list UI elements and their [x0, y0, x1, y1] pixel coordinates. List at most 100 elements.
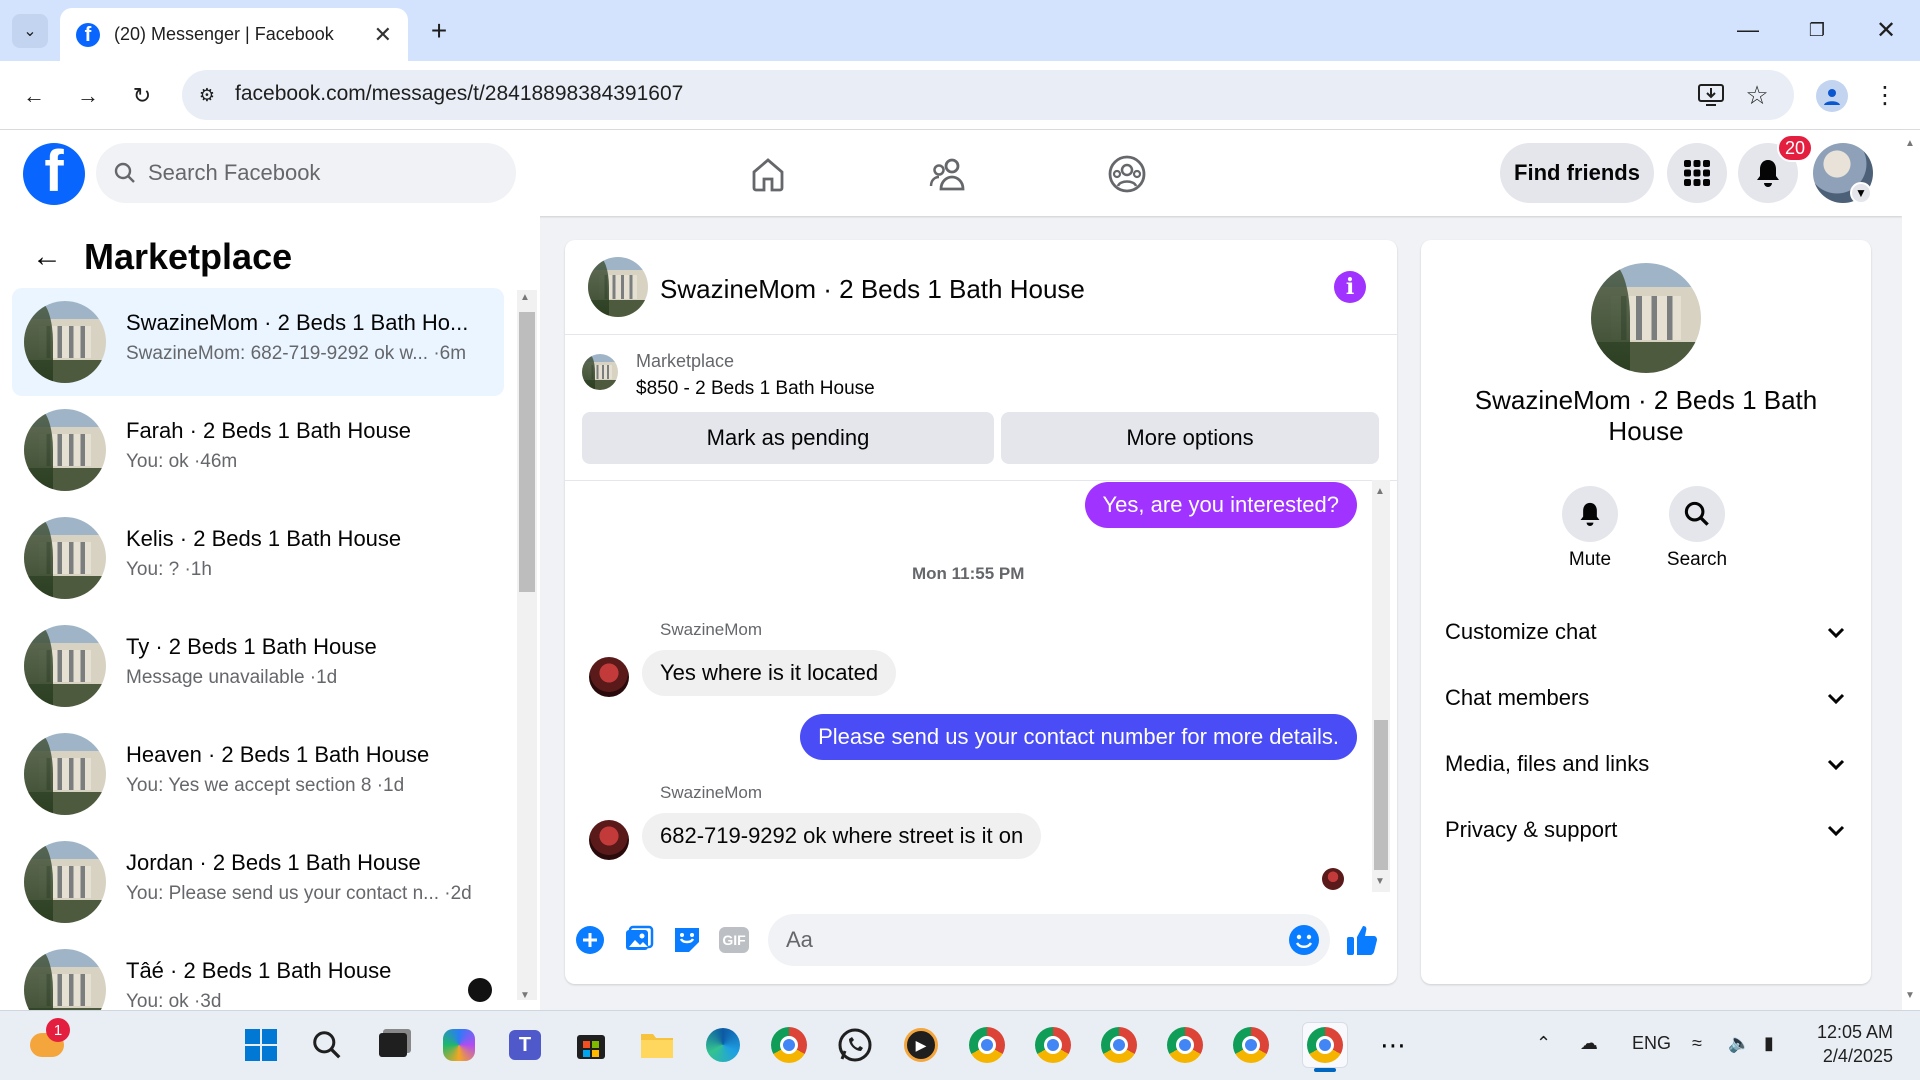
conversation-item[interactable]: Farah · 2 Beds 1 Bath House You: ok ·46m	[12, 396, 504, 504]
sidebar-scrollbar-thumb[interactable]	[519, 312, 535, 592]
listing-title[interactable]: $850 - 2 Beds 1 Bath House	[636, 378, 875, 400]
bookmark-star-icon[interactable]: ☆	[1740, 78, 1774, 112]
outgoing-message[interactable]: Please send us your contact number for m…	[800, 714, 1357, 760]
gif-icon[interactable]: GIF	[716, 922, 752, 958]
sidebar-scroll-down-icon[interactable]: ▼	[520, 990, 530, 1001]
search-in-chat-button[interactable]	[1669, 486, 1725, 542]
chrome-active-icon[interactable]	[1302, 1022, 1348, 1068]
sticker-icon[interactable]	[669, 922, 705, 958]
mute-label: Mute	[1568, 549, 1612, 570]
volume-icon[interactable]: 🔈	[1728, 1033, 1750, 1054]
incoming-message[interactable]: Yes where is it located	[642, 650, 897, 696]
url-text[interactable]: facebook.com/messages/t/2841889838439160…	[235, 82, 683, 106]
account-chevron-icon[interactable]: ▼	[1850, 182, 1872, 204]
info-icon[interactable]: i	[1334, 271, 1366, 303]
listing-thumbnail[interactable]	[582, 354, 618, 390]
conversation-item[interactable]: Kelis · 2 Beds 1 Bath House You: ? ·1h	[12, 504, 504, 612]
mute-button[interactable]	[1562, 486, 1618, 542]
back-arrow-icon[interactable]: ←	[32, 240, 62, 274]
info-section-2[interactable]: Media, files and links	[1445, 744, 1845, 784]
chat-scroll-up-icon[interactable]: ▲	[1375, 486, 1385, 497]
page-scrollbar[interactable]	[1902, 130, 1920, 1010]
conversation-item[interactable]: Jordan · 2 Beds 1 Bath House You: Please …	[12, 828, 504, 936]
tab-list-chevron-icon[interactable]: ⌄	[12, 14, 48, 48]
browser-menu-icon[interactable]: ⋮	[1870, 78, 1900, 112]
page-scroll-up-icon[interactable]: ▲	[1905, 138, 1915, 149]
file-explorer-icon[interactable]	[634, 1022, 680, 1068]
whatsapp-icon[interactable]	[832, 1022, 878, 1068]
chrome-taskbar-icon[interactable]	[766, 1022, 812, 1068]
media-player-icon[interactable]: ▶	[898, 1022, 944, 1068]
conversation-preview: Message unavailable ·1d	[126, 667, 338, 688]
conversation-item[interactable]: SwazineMom · 2 Beds 1 Bath Ho... SwazineM…	[12, 288, 504, 396]
sender-avatar[interactable]	[589, 820, 629, 860]
close-window-icon[interactable]: ✕	[1866, 12, 1906, 48]
chrome-profile-icon-4[interactable]	[1162, 1022, 1208, 1068]
chrome-profile-icon-3[interactable]	[1096, 1022, 1142, 1068]
mark-as-pending-button[interactable]: Mark as pending	[582, 412, 994, 464]
sender-avatar[interactable]	[589, 657, 629, 697]
install-app-icon[interactable]	[1694, 78, 1728, 112]
more-apps-icon[interactable]: ⋯	[1370, 1022, 1416, 1068]
battery-icon[interactable]: ▮	[1764, 1033, 1774, 1054]
start-icon[interactable]	[238, 1022, 284, 1068]
search-taskbar-icon[interactable]	[304, 1022, 350, 1068]
system-clock[interactable]: 12:05 AM 2/4/2025	[1813, 1020, 1893, 1068]
message-input[interactable]: Aa	[768, 914, 1330, 966]
restore-icon[interactable]: ❐	[1797, 12, 1837, 48]
bell-icon	[1757, 160, 1779, 187]
conversation-name: Heaven · 2 Beds 1 Bath House	[126, 742, 430, 767]
photo-icon[interactable]	[621, 922, 657, 958]
chrome-profile-icon-5[interactable]	[1228, 1022, 1274, 1068]
chrome-profile-icon-1[interactable]	[964, 1022, 1010, 1068]
menu-grid-button[interactable]	[1667, 143, 1727, 203]
browser-tab[interactable]: f (20) Messenger | Facebook ✕	[60, 8, 408, 61]
conversation-item[interactable]: Ty · 2 Beds 1 Bath House Message unavaila…	[12, 612, 504, 720]
info-avatar[interactable]	[1591, 263, 1701, 373]
search-facebook-input[interactable]: Search Facebook	[96, 143, 516, 203]
language-indicator[interactable]: ENG	[1632, 1033, 1671, 1054]
info-section-label: Customize chat	[1445, 619, 1597, 644]
teams-icon[interactable]: T	[502, 1022, 548, 1068]
groups-nav-icon[interactable]	[1103, 150, 1151, 198]
divider	[565, 334, 1397, 335]
facebook-logo-icon[interactable]: f	[23, 143, 85, 205]
info-section-1[interactable]: Chat members	[1445, 678, 1845, 718]
minimize-icon[interactable]: —	[1728, 12, 1768, 48]
close-tab-icon[interactable]: ✕	[374, 22, 392, 48]
back-icon[interactable]: ←	[16, 78, 52, 114]
outgoing-message[interactable]: Yes, are you interested?	[1084, 482, 1357, 528]
bell-icon	[1580, 502, 1600, 526]
wifi-icon[interactable]: ≈	[1692, 1033, 1702, 1054]
thumbs-up-icon[interactable]	[1344, 922, 1380, 958]
page-scroll-down-icon[interactable]: ▼	[1905, 990, 1915, 1001]
profile-icon[interactable]	[1816, 80, 1848, 112]
chat-header-avatar[interactable]	[588, 257, 648, 317]
new-tab-icon[interactable]: +	[424, 14, 454, 48]
onedrive-icon[interactable]: ☁	[1580, 1033, 1598, 1054]
friends-nav-icon[interactable]	[924, 150, 972, 198]
more-options-button[interactable]: More options	[1001, 412, 1379, 464]
reload-icon[interactable]: ↻	[124, 78, 160, 114]
task-view-icon[interactable]	[370, 1022, 416, 1068]
chat-title[interactable]: SwazineMom · 2 Beds 1 Bath House	[660, 274, 1085, 305]
find-friends-button[interactable]: Find friends	[1500, 143, 1654, 203]
copilot-icon[interactable]	[436, 1022, 482, 1068]
store-icon[interactable]	[568, 1022, 614, 1068]
forward-icon[interactable]: →	[70, 78, 106, 114]
emoji-icon[interactable]	[1286, 922, 1322, 958]
chrome-profile-icon-2[interactable]	[1030, 1022, 1076, 1068]
info-section-0[interactable]: Customize chat	[1445, 612, 1845, 652]
conversation-avatar	[24, 733, 106, 815]
home-nav-icon[interactable]	[744, 150, 792, 198]
conversation-item[interactable]: Heaven · 2 Beds 1 Bath House You: Yes we …	[12, 720, 504, 828]
show-hidden-icons[interactable]: ⌃	[1536, 1033, 1551, 1054]
sidebar-scroll-up-icon[interactable]: ▲	[520, 292, 530, 303]
chat-scrollbar-thumb[interactable]	[1374, 720, 1388, 870]
add-attachment-icon[interactable]	[572, 922, 608, 958]
edge-icon[interactable]	[700, 1022, 746, 1068]
site-settings-icon[interactable]: ⚙	[192, 80, 222, 110]
incoming-message[interactable]: 682-719-9292 ok where street is it on	[642, 813, 1042, 859]
info-section-3[interactable]: Privacy & support	[1445, 810, 1845, 850]
chat-scroll-down-icon[interactable]: ▼	[1375, 876, 1385, 887]
